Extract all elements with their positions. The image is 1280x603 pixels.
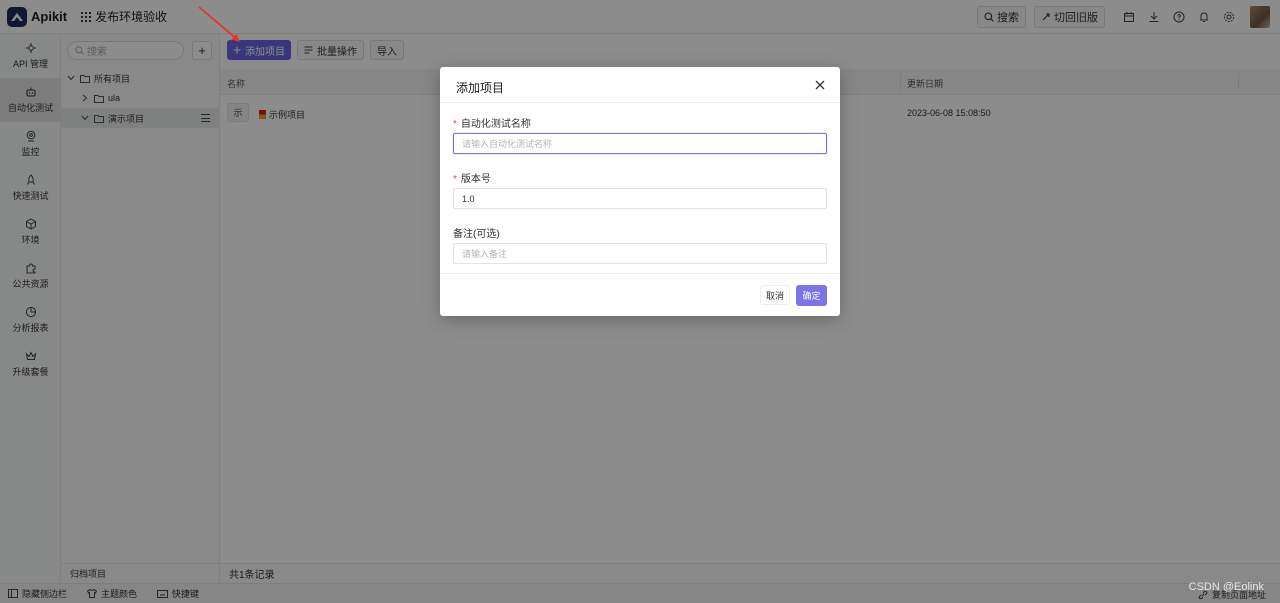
version-field-label: * 版本号: [453, 170, 491, 185]
note-input[interactable]: [453, 243, 827, 264]
name-label-text: 自动化测试名称: [460, 119, 531, 130]
dialog-header: 添加项目: [440, 67, 840, 103]
watermark: CSDN @Eolink: [1188, 581, 1264, 593]
required-mark: *: [453, 174, 457, 185]
cancel-button[interactable]: 取消: [760, 285, 790, 305]
version-input[interactable]: [453, 188, 827, 209]
dialog-title: 添加项目: [456, 81, 505, 95]
name-field-label: * 自动化测试名称: [453, 115, 531, 130]
version-label-text: 版本号: [460, 174, 491, 185]
confirm-button[interactable]: 确定: [796, 285, 827, 306]
note-field-label: 备注(可选): [453, 229, 500, 240]
add-project-dialog: 添加项目 *自动化测试名称 *版本号 备注(可选) 取消 确定: [440, 67, 840, 316]
annotation-arrow-icon: [198, 6, 240, 42]
automation-test-name-input[interactable]: [453, 133, 827, 154]
close-icon[interactable]: [814, 79, 826, 91]
required-mark: *: [453, 119, 457, 130]
dialog-footer-divider: [440, 273, 840, 274]
